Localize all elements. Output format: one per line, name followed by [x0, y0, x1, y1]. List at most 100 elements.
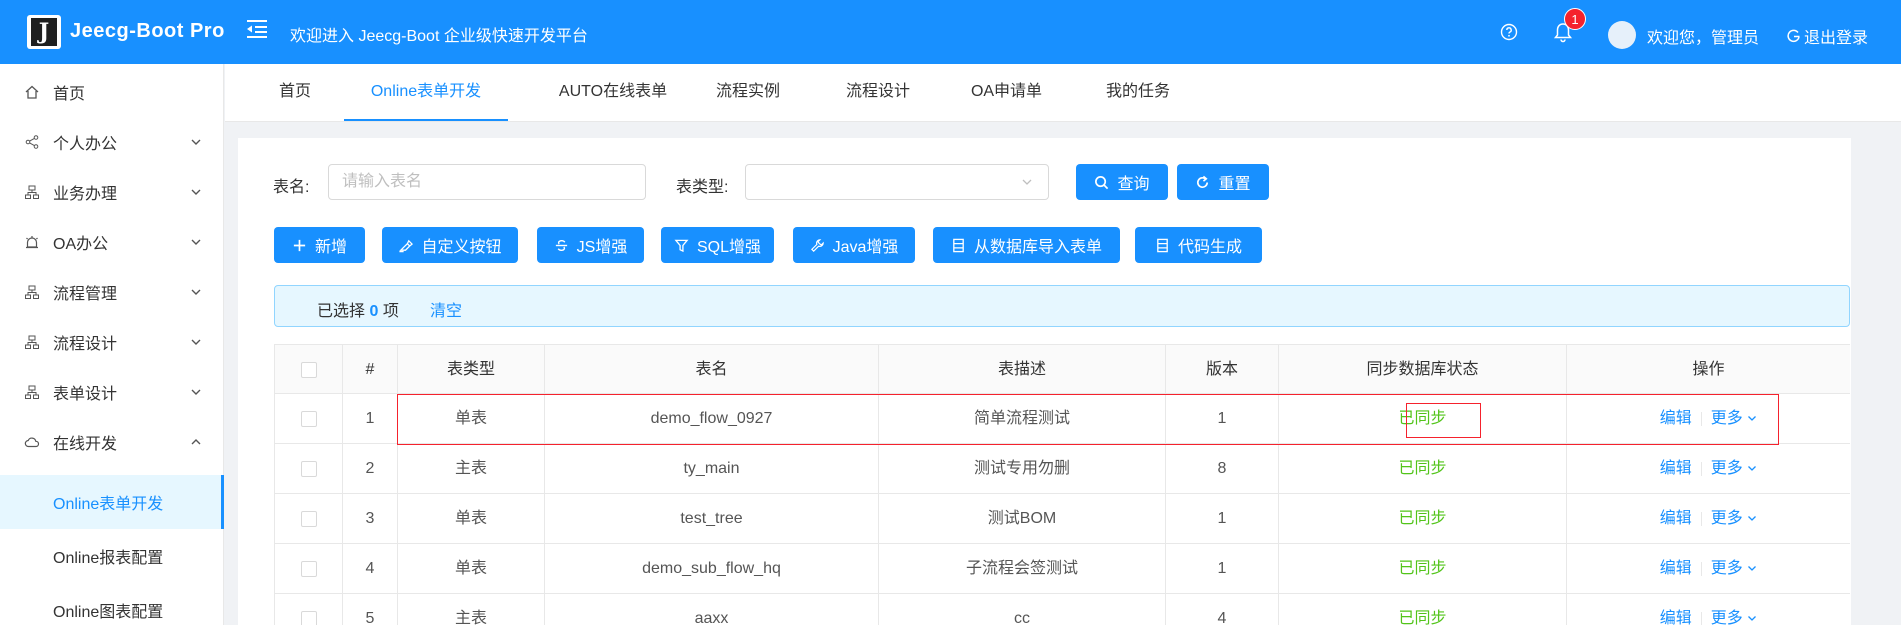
edit-link[interactable]: 编辑 — [1660, 610, 1692, 625]
home-icon — [25, 85, 39, 99]
header-checkbox-cell — [274, 345, 343, 395]
row-checkbox[interactable] — [301, 511, 317, 527]
question-circle-icon[interactable] — [1500, 23, 1518, 41]
tab-my-tasks[interactable]: 我的任务 — [1103, 64, 1173, 121]
sidebar-item-process-management[interactable]: 流程管理 — [0, 267, 224, 317]
sidebar-subitem-online-form-dev[interactable]: Online表单开发 — [0, 475, 224, 529]
tab-home[interactable]: 首页 — [275, 64, 315, 121]
cell-table-name: test_tree — [545, 494, 879, 544]
sidebar-subitem-label: Online报表配置 — [53, 550, 164, 567]
edit-link[interactable]: 编辑 — [1660, 410, 1692, 427]
cell-version: 1 — [1166, 544, 1279, 594]
header-sync-status: 同步数据库状态 — [1279, 345, 1567, 395]
cell-table-type: 主表 — [398, 594, 545, 625]
selection-count: 0 — [369, 303, 379, 320]
chevron-down-icon — [1748, 516, 1757, 521]
java-enhance-button[interactable]: Java增强 — [793, 227, 915, 263]
java-enhance-label: Java增强 — [832, 239, 899, 256]
js-enhance-button[interactable]: JS增强 — [537, 227, 644, 263]
app-title: Jeecg-Boot Pro — [70, 20, 225, 42]
tab-online-form-dev[interactable]: Online表单开发 — [344, 64, 508, 121]
sidebar-item-form-design[interactable]: 表单设计 — [0, 367, 224, 417]
more-dropdown[interactable]: 更多 — [1711, 410, 1757, 427]
sidebar-subitem-online-report-config[interactable]: Online报表配置 — [0, 529, 224, 583]
row-checkbox-cell — [274, 594, 343, 625]
code-gen-label: 代码生成 — [1177, 239, 1242, 256]
table-type-label: 表类型: — [676, 179, 729, 196]
sql-enhance-button[interactable]: SQL增强 — [661, 227, 774, 263]
filter-icon — [674, 239, 689, 252]
sidebar-item-process-design[interactable]: 流程设计 — [0, 317, 224, 367]
cell-table-desc: 简单流程测试 — [879, 394, 1166, 444]
cluster-icon — [25, 185, 39, 199]
sidebar-item-personal-office[interactable]: 个人办公 — [0, 117, 224, 167]
import-from-db-button[interactable]: 从数据库导入表单 — [933, 227, 1120, 263]
cell-actions: 编辑 更多 — [1567, 394, 1850, 444]
edit-link[interactable]: 编辑 — [1660, 510, 1692, 527]
row-checkbox[interactable] — [301, 561, 317, 577]
table-type-select[interactable] — [745, 164, 1049, 200]
selection-alert: 已选择 0 项 清空 — [274, 285, 1850, 327]
row-checkbox[interactable] — [301, 461, 317, 477]
sidebar-item-label: 个人办公 — [53, 136, 118, 153]
clear-selection-link[interactable]: 清空 — [430, 297, 462, 321]
tab-process-instance[interactable]: 流程实例 — [713, 64, 783, 121]
menu-fold-icon[interactable] — [244, 16, 270, 42]
avatar[interactable] — [1608, 21, 1636, 49]
plus-icon — [293, 239, 306, 251]
more-dropdown[interactable]: 更多 — [1711, 610, 1757, 625]
cell-table-desc: 子流程会签测试 — [879, 544, 1166, 594]
tab-process-design[interactable]: 流程设计 — [843, 64, 913, 121]
more-dropdown[interactable]: 更多 — [1711, 560, 1757, 577]
row-checkbox-cell — [274, 544, 343, 594]
tab-auto-online-form[interactable]: AUTO在线表单 — [543, 64, 683, 121]
row-checkbox[interactable] — [301, 411, 317, 427]
row-checkbox[interactable] — [301, 611, 317, 625]
edit-link[interactable]: 编辑 — [1660, 560, 1692, 577]
share-icon — [25, 135, 39, 149]
platform-welcome-text: 欢迎进入 Jeecg-Boot 企业级快速开发平台 — [290, 28, 588, 45]
cell-index: 3 — [343, 494, 398, 544]
more-dropdown[interactable]: 更多 — [1711, 510, 1757, 527]
sidebar-subitem-online-chart-config[interactable]: Online图表配置 — [0, 583, 224, 625]
cell-table-type: 主表 — [398, 444, 545, 494]
sidebar-item-online-dev[interactable]: 在线开发 — [0, 417, 224, 467]
more-label: 更多 — [1710, 610, 1743, 625]
sidebar-item-label: 流程设计 — [53, 336, 118, 353]
sidebar-item-oa[interactable]: OA办公 — [0, 217, 224, 267]
import-from-db-label: 从数据库导入表单 — [973, 239, 1102, 256]
sidebar-subitem-label: Online表单开发 — [53, 496, 164, 513]
table-row: 2 主表 ty_main 测试专用勿删 8 已同步 编辑 更多 — [274, 444, 1850, 494]
chevron-down-icon — [191, 139, 201, 145]
select-all-checkbox[interactable] — [301, 362, 317, 378]
notification-badge: 1 — [1564, 8, 1586, 30]
custom-button-button[interactable]: 自定义按钮 — [382, 227, 518, 263]
more-label: 更多 — [1710, 510, 1743, 527]
reset-button[interactable]: 重置 — [1177, 164, 1269, 200]
table-name-label: 表名: — [273, 179, 310, 196]
header-actions: 操作 — [1692, 361, 1725, 378]
edit-link[interactable]: 编辑 — [1660, 460, 1692, 477]
cell-sync-status: 已同步 — [1279, 544, 1567, 594]
logout-button[interactable]: 退出登录 — [1787, 24, 1868, 48]
selection-suffix: 项 — [382, 303, 399, 320]
code-gen-button[interactable]: 代码生成 — [1135, 227, 1262, 263]
cell-version: 1 — [1166, 494, 1279, 544]
more-label: 更多 — [1710, 410, 1743, 427]
cell-version: 8 — [1166, 444, 1279, 494]
selection-prefix: 已选择 — [317, 303, 366, 320]
more-dropdown[interactable]: 更多 — [1711, 460, 1757, 477]
add-button[interactable]: 新增 — [274, 227, 365, 263]
header-table-name: 表名 — [545, 345, 879, 395]
tab-oa-request[interactable]: OA申请单 — [969, 64, 1044, 121]
cell-table-name: ty_main — [545, 444, 879, 494]
query-button[interactable]: 查询 — [1076, 164, 1168, 200]
chevron-down-icon — [191, 339, 201, 345]
table-name-input[interactable]: 请输入表名 — [328, 164, 646, 200]
sidebar-item-label: 表单设计 — [53, 386, 118, 403]
table-header-row: # 表类型 表名 表描述 版本 同步数据库状态 操作 — [274, 344, 1850, 395]
sidebar-item-business[interactable]: 业务办理 — [0, 167, 224, 217]
user-welcome-text[interactable]: 欢迎您，管理员 — [1647, 24, 1759, 48]
sidebar-item-home[interactable]: 首页 — [0, 67, 224, 117]
cloud-icon — [24, 437, 40, 448]
